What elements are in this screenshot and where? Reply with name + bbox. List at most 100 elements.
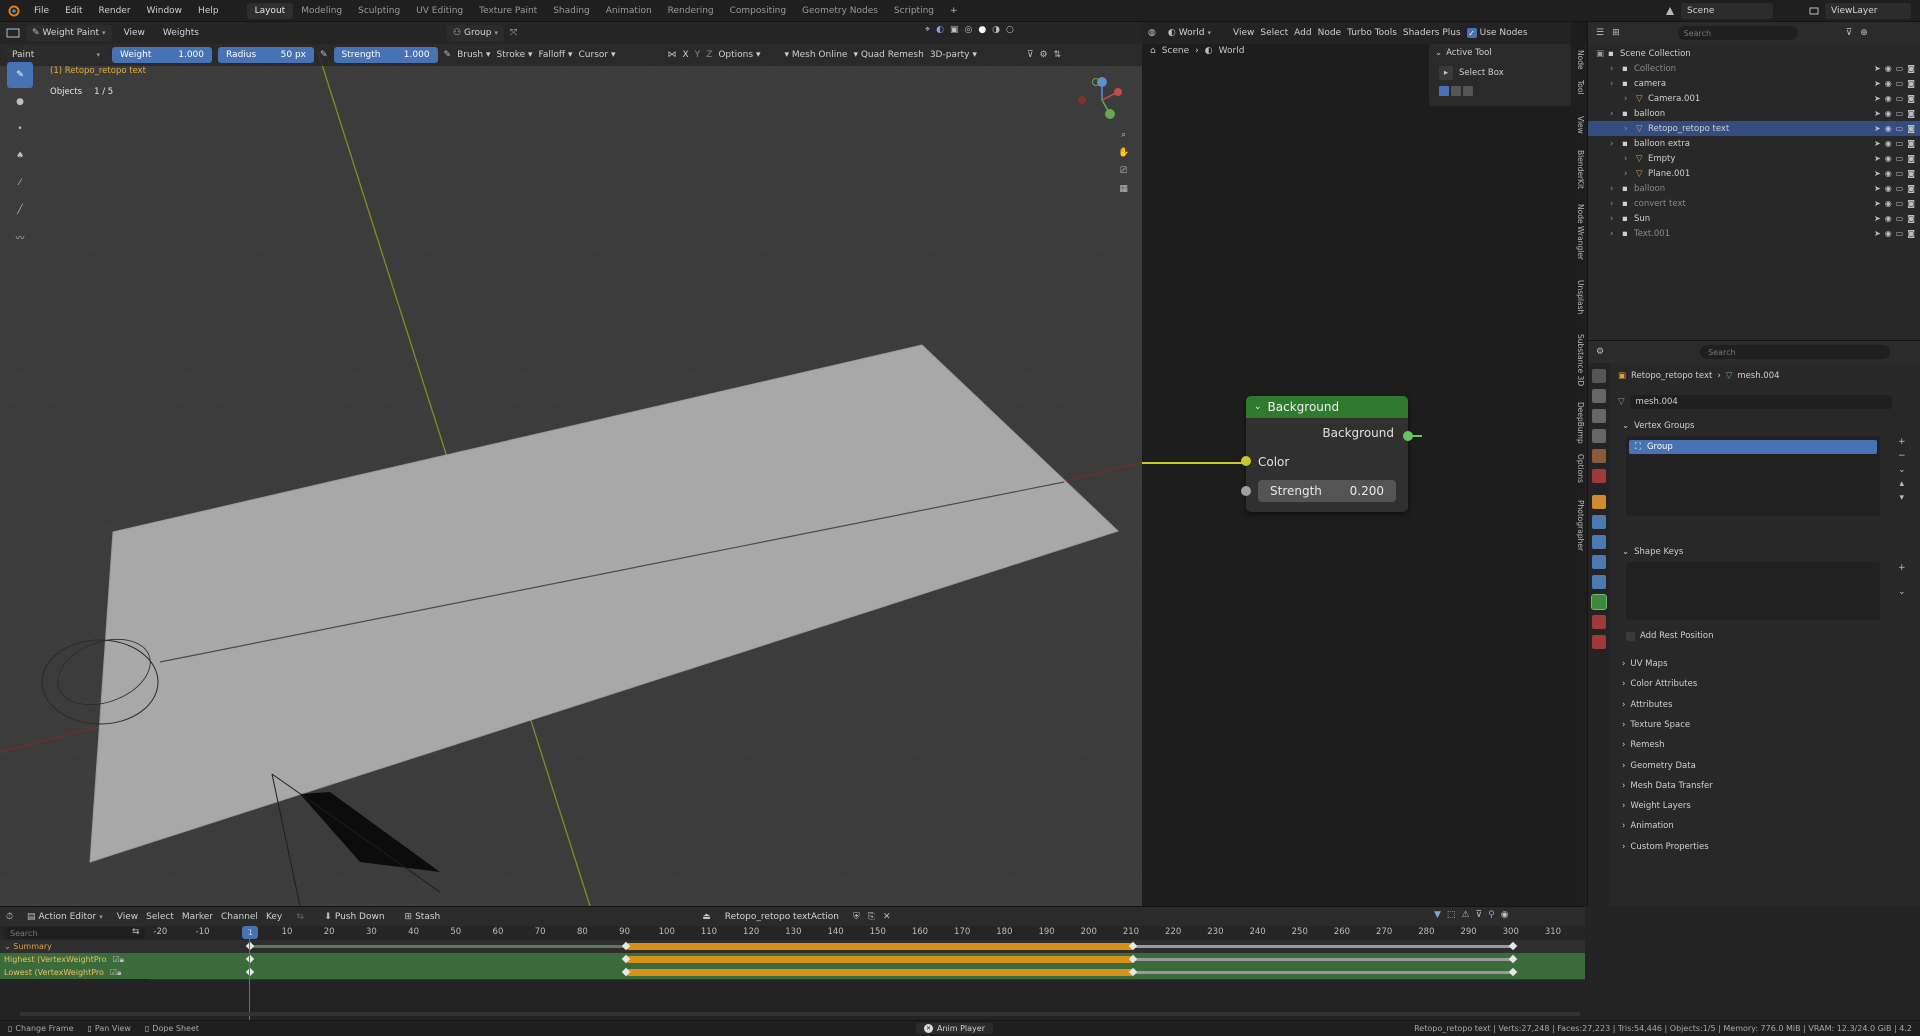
average-tool-button[interactable]: • bbox=[7, 116, 33, 142]
camera-icon[interactable]: ◙ bbox=[1907, 229, 1915, 238]
vertex-groups-header[interactable]: ⌄ Vertex Groups bbox=[1622, 421, 1694, 431]
properties-section-header[interactable]: › Attributes bbox=[1622, 700, 1912, 710]
sidebar-tab-options[interactable]: Options bbox=[1573, 454, 1585, 483]
summary-channel[interactable]: ⌄ Summary bbox=[0, 940, 150, 953]
highest-channel[interactable]: Highest (VertexWeightPro ☑ 🔒︎ bbox=[0, 953, 150, 966]
workspace-tab-scripting[interactable]: Scripting bbox=[886, 3, 942, 19]
channel-lock-icon[interactable]: 🔒︎ bbox=[117, 968, 121, 978]
properties-editor-icon[interactable]: ⚙ bbox=[1596, 347, 1604, 357]
editor-type-icon[interactable] bbox=[6, 28, 20, 38]
sidebar-tab-tool[interactable]: Tool bbox=[1573, 80, 1585, 95]
select-box-icon[interactable]: ▸ bbox=[1439, 66, 1453, 80]
chevron-right-icon[interactable]: › bbox=[1610, 79, 1622, 89]
background-node-header[interactable]: ⌄ Background bbox=[1246, 396, 1408, 418]
tool-tab-icon[interactable] bbox=[1592, 369, 1606, 383]
channel-checkbox-icon[interactable]: ☑ bbox=[110, 968, 117, 977]
properties-section-header[interactable]: › Custom Properties bbox=[1622, 842, 1912, 852]
pan-hand-icon[interactable]: ✋ bbox=[1118, 148, 1129, 158]
falloff-menu[interactable]: Falloff ▾ bbox=[539, 50, 573, 60]
scene-tab-icon[interactable] bbox=[1592, 449, 1606, 463]
outliner-item[interactable]: › ▽ Camera.001 ➤ ◉ ▭ ◙ bbox=[1588, 91, 1920, 106]
ae-channel-menu[interactable]: Channel bbox=[221, 912, 258, 922]
mesh-online-menu[interactable]: ▾ Mesh Online bbox=[784, 50, 847, 60]
chevron-right-icon[interactable]: › bbox=[1610, 64, 1622, 74]
monitor-icon[interactable]: ▭ bbox=[1896, 199, 1904, 208]
filter-funnel-icon[interactable]: ⊽ bbox=[1846, 28, 1853, 38]
workspace-tab-sculpting[interactable]: Sculpting bbox=[350, 3, 408, 19]
brush-selector[interactable]: Paint ▾ bbox=[6, 47, 106, 63]
zoom-icon[interactable]: ⌕ bbox=[1118, 130, 1129, 140]
strength-node-field[interactable]: Strength 0.200 bbox=[1258, 480, 1396, 502]
physics-tab-icon[interactable] bbox=[1592, 555, 1606, 569]
select-arrow-icon[interactable]: ➤ bbox=[1874, 214, 1881, 223]
eye-icon[interactable]: ◉ bbox=[1885, 169, 1892, 178]
breadcrumb-world[interactable]: World bbox=[1219, 46, 1245, 56]
chevron-right-icon[interactable]: › bbox=[1624, 94, 1636, 104]
camera-icon[interactable]: ◙ bbox=[1907, 184, 1915, 193]
select-arrow-icon[interactable]: ➤ bbox=[1874, 184, 1881, 193]
camera-icon[interactable]: ◙ bbox=[1907, 199, 1915, 208]
only-errors-icon[interactable]: ⚠ bbox=[1461, 910, 1469, 920]
outliner-item[interactable]: › ▽ Plane.001 ➤ ◉ ▭ ◙ bbox=[1588, 166, 1920, 181]
sample-weight-button[interactable]: ⁄ bbox=[7, 170, 33, 196]
use-nodes-checkbox[interactable]: ✓ bbox=[1466, 28, 1477, 38]
workspace-tab-layout[interactable]: Layout bbox=[246, 2, 294, 19]
workspace-tab-modeling[interactable]: Modeling bbox=[293, 3, 350, 19]
view-layer-selector[interactable]: ViewLayer bbox=[1825, 3, 1911, 19]
eye-icon[interactable]: ◉ bbox=[1885, 199, 1892, 208]
timeline-editor-icon[interactable]: ⏱ bbox=[6, 912, 13, 922]
properties-section-header[interactable]: › UV Maps bbox=[1622, 659, 1912, 669]
monitor-icon[interactable]: ▭ bbox=[1896, 124, 1904, 133]
collection-icon[interactable]: ▣ bbox=[1596, 49, 1608, 59]
eye-icon[interactable]: ◉ bbox=[1885, 79, 1892, 88]
eye-icon[interactable]: ◉ bbox=[1885, 214, 1892, 223]
strength-pressure-icon[interactable]: ✎ bbox=[444, 50, 452, 60]
breadcrumb-scene[interactable]: Scene bbox=[1162, 46, 1189, 56]
object-tab-icon[interactable] bbox=[1592, 495, 1606, 509]
perspective-grid-icon[interactable]: ▦ bbox=[1118, 184, 1129, 194]
camera-view-icon[interactable]: ⎚ bbox=[1118, 166, 1129, 176]
select-arrow-icon[interactable]: ➤ bbox=[1874, 64, 1881, 73]
properties-section-header[interactable]: › Mesh Data Transfer bbox=[1622, 781, 1912, 791]
eye-icon[interactable]: ◉ bbox=[1885, 139, 1892, 148]
monitor-icon[interactable]: ▭ bbox=[1896, 169, 1904, 178]
monitor-icon[interactable]: ▭ bbox=[1896, 64, 1904, 73]
move-down-button[interactable]: ▾ bbox=[1898, 493, 1906, 503]
3d-party-menu[interactable]: 3D-party ▾ bbox=[930, 50, 977, 60]
chevron-right-icon[interactable]: › bbox=[1610, 184, 1622, 194]
strength-input-socket[interactable] bbox=[1241, 486, 1251, 496]
add-rest-position-checkbox[interactable] bbox=[1626, 631, 1635, 641]
sort-icon[interactable]: ⇅ bbox=[1054, 50, 1062, 60]
chevron-right-icon[interactable]: › bbox=[1610, 199, 1622, 209]
menu-edit[interactable]: Edit bbox=[57, 6, 90, 16]
world-selector[interactable]: ◐ World ▾ bbox=[1162, 25, 1217, 41]
shading-material-icon[interactable]: ◑ bbox=[992, 25, 1000, 35]
gradient-tool-button[interactable]: ╱ bbox=[7, 197, 33, 223]
transform-orientation-icon[interactable]: ⤧ bbox=[510, 28, 517, 38]
remove-vertex-group-button[interactable]: − bbox=[1898, 451, 1906, 461]
vertex-group-specials-button[interactable]: ⌄ bbox=[1898, 465, 1906, 475]
shaders-plus-menu[interactable]: Shaders Plus bbox=[1403, 28, 1461, 38]
sidebar-tab-substance[interactable]: Substance 3D bbox=[1573, 334, 1585, 386]
outliner-search-field[interactable]: Search bbox=[1677, 26, 1798, 40]
select-mode-extend-icon[interactable] bbox=[1451, 86, 1461, 96]
xray-toggle-icon[interactable]: ▣ bbox=[950, 25, 959, 35]
select-arrow-icon[interactable]: ➤ bbox=[1874, 229, 1881, 238]
outliner-item[interactable]: › ▪ balloon ➤ ◉ ▭ ◙ bbox=[1588, 181, 1920, 196]
display-mode-icon[interactable]: ⊞ bbox=[1612, 28, 1620, 38]
camera-icon[interactable]: ◙ bbox=[1907, 79, 1915, 88]
show-hidden-icon[interactable]: ⬚ bbox=[1447, 910, 1456, 920]
workspace-tab-rendering[interactable]: Rendering bbox=[660, 3, 722, 19]
ae-key-menu[interactable]: Key bbox=[266, 912, 282, 922]
current-frame-indicator[interactable]: 1 bbox=[242, 926, 258, 939]
monitor-icon[interactable]: ▭ bbox=[1896, 184, 1904, 193]
eye-icon[interactable]: ◉ bbox=[1885, 124, 1892, 133]
chevron-right-icon[interactable]: › bbox=[1624, 169, 1636, 179]
outliner-editor-icon[interactable]: ☰ bbox=[1596, 28, 1604, 38]
weight-field[interactable]: Weight 1.000 bbox=[112, 47, 212, 63]
ae-view-menu[interactable]: View bbox=[117, 912, 138, 922]
mirror-z-toggle[interactable]: Z bbox=[706, 50, 712, 60]
chevron-right-icon[interactable]: › bbox=[1610, 229, 1622, 239]
radius-field[interactable]: Radius 50 px bbox=[218, 47, 314, 63]
ae-select-menu[interactable]: Select bbox=[146, 912, 174, 922]
